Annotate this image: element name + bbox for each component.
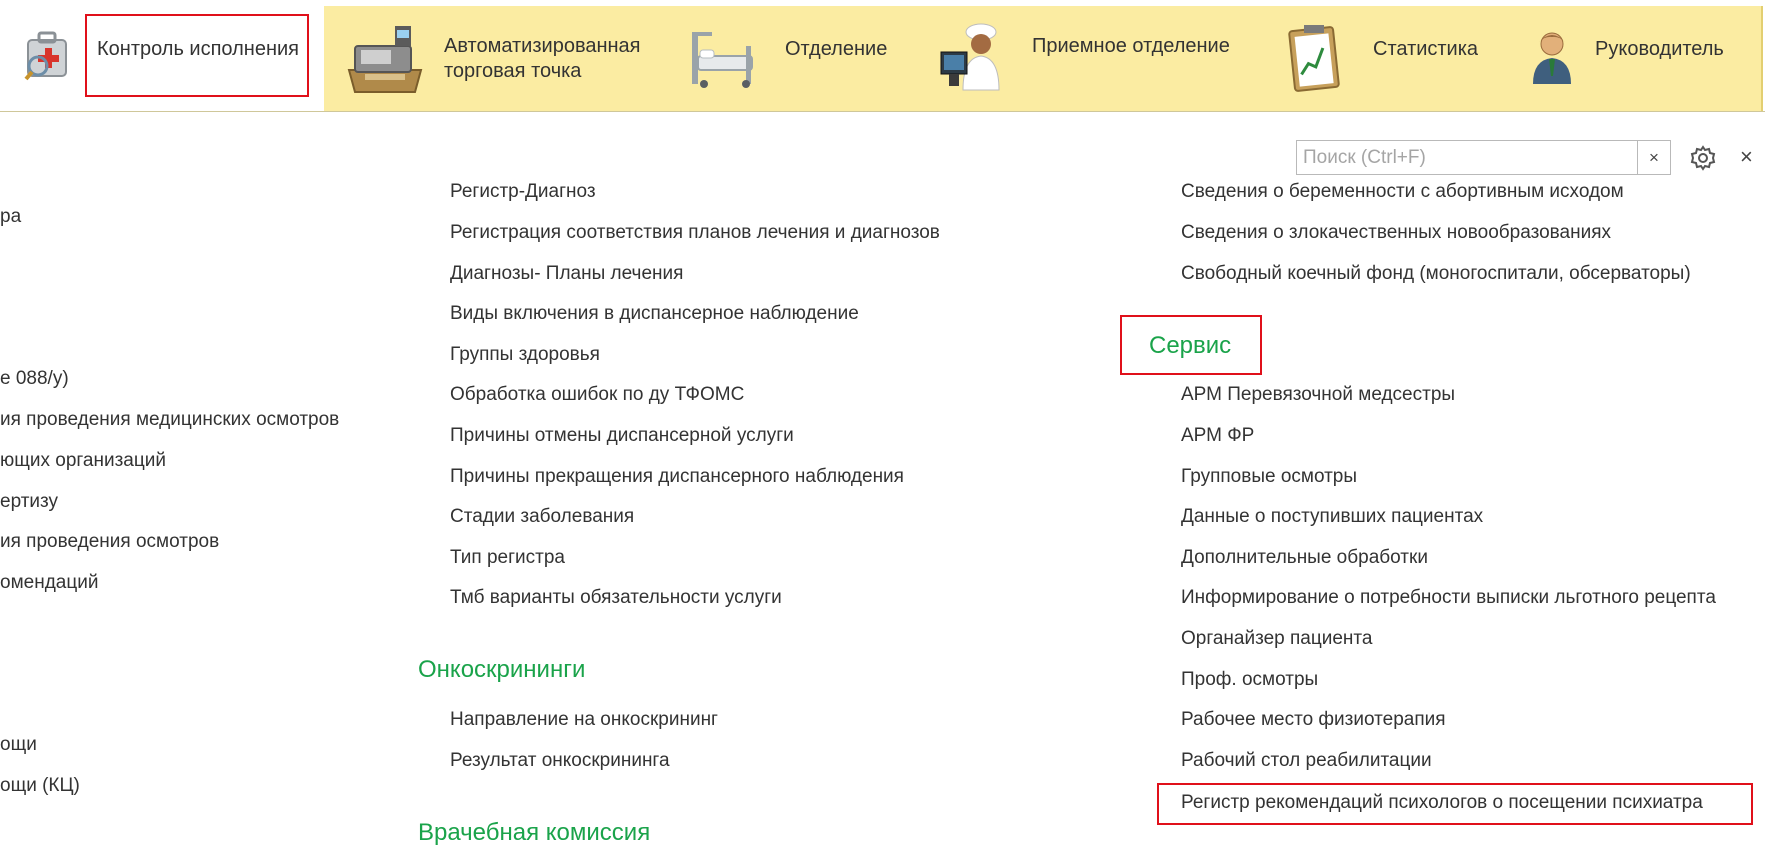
menu-item-fr-workstation[interactable]: АРМ ФР [1181, 424, 1254, 448]
search-clear-button[interactable]: × [1637, 140, 1671, 175]
menu-item-diagnoses-plans[interactable]: Диагнозы- Планы лечения [450, 262, 683, 286]
menu-item-oncoscreening-referral[interactable]: Направление на онкоскрининг [450, 708, 718, 732]
section-label: Автоматизированная торговая точка [444, 35, 641, 82]
section-statistics[interactable]: Статистика [1280, 20, 1490, 100]
menu-item-dressing-nurse-workstation[interactable]: АРМ Перевязочной медсестры [1181, 383, 1455, 407]
menu-item-left[interactable]: ощи [0, 733, 37, 757]
menu-item-group-examinations[interactable]: Групповые осмотры [1181, 465, 1357, 489]
clipboard-chart-icon [1284, 23, 1344, 99]
section-label: Руководитель [1595, 38, 1724, 60]
menu-item-registry-type[interactable]: Тип регистра [450, 546, 565, 570]
group-header-oncoscreening: Онкоскрининги [418, 656, 586, 683]
menu-item-service-obligation[interactable]: Тмб варианты обязательности услуги [450, 586, 782, 610]
section-label: Приемное отделение [1032, 35, 1230, 57]
group-header-medical-commission: Врачебная комиссия [418, 819, 651, 846]
sections-panel: Контроль исполнения Автоматизированная т… [0, 0, 1765, 113]
menu-item-oncoscreening-result[interactable]: Результат онкоскрининга [450, 749, 670, 773]
section-automated-sales-point[interactable]: Автоматизированная торговая точка [340, 20, 670, 100]
highlight-frame-service [1120, 315, 1262, 375]
menu-item-patient-organizer[interactable]: Органайзер пациента [1181, 627, 1372, 651]
highlight-frame-execution-control [85, 14, 309, 97]
menu-item-additional-processing[interactable]: Дополнительные обработки [1181, 546, 1428, 570]
section-admission-department[interactable]: Приемное отделение [935, 20, 1235, 100]
menu-item-preferential-prescription[interactable]: Информирование о потребности выписки льг… [1181, 586, 1716, 610]
menu-item-left[interactable]: ия проведения медицинских осмотров [0, 408, 339, 432]
highlight-frame-psychologist-registry [1157, 783, 1753, 825]
menu-item-health-groups[interactable]: Группы здоровья [450, 343, 600, 367]
section-label: Отделение [785, 38, 888, 60]
menu-item-physiotherapy-workplace[interactable]: Рабочее место физиотерапия [1181, 708, 1446, 732]
medical-kit-search-icon [24, 30, 70, 88]
menu-item-malignant-neoplasms[interactable]: Сведения о злокачественных новообразован… [1181, 221, 1611, 245]
menu-item-admitted-patients[interactable]: Данные о поступивших пациентах [1181, 505, 1483, 529]
menu-item-abortive-pregnancy[interactable]: Сведения о беременности с абортивным исх… [1181, 180, 1624, 204]
section-manager[interactable]: Руководитель [1525, 20, 1750, 100]
menu-item-left[interactable]: ощи (КЦ) [0, 774, 80, 798]
menu-item-left[interactable]: ющих организаций [0, 449, 166, 473]
menu-item-prof-examinations[interactable]: Проф. осмотры [1181, 668, 1318, 692]
menu-item-treatment-plan-matching[interactable]: Регистрация соответствия планов лечения … [450, 221, 940, 245]
menu-item-disease-stages[interactable]: Стадии заболевания [450, 505, 634, 529]
menu-item-left[interactable]: е 088/у) [0, 367, 69, 391]
menu-item-rehabilitation-desktop[interactable]: Рабочий стол реабилитации [1181, 749, 1432, 773]
menu-item-tfoms-errors[interactable]: Обработка ошибок по ду ТФОМС [450, 383, 744, 407]
menu-item-left[interactable]: ра [0, 205, 21, 229]
cash-register-icon [345, 22, 425, 100]
menu-item-cancel-reasons[interactable]: Причины отмены диспансерной услуги [450, 424, 794, 448]
menu-item-left[interactable]: ертизу [0, 490, 58, 514]
menu-item-registry-diagnosis[interactable]: Регистр-Диагноз [450, 180, 596, 204]
doctor-at-computer-icon [935, 20, 1015, 100]
section-department[interactable]: Отделение [685, 20, 895, 100]
menu-item-termination-reasons[interactable]: Причины прекращения диспансерного наблюд… [450, 465, 904, 489]
hospital-bed-icon [688, 26, 758, 96]
section-label: Статистика [1373, 38, 1479, 60]
close-icon[interactable]: × [1740, 144, 1753, 170]
clear-icon: × [1649, 148, 1659, 167]
menu-item-left[interactable]: ия проведения осмотров [0, 530, 219, 554]
menu-item-dispensary-inclusion-types[interactable]: Виды включения в диспансерное наблюдение [450, 302, 859, 326]
gear-icon[interactable] [1690, 145, 1716, 171]
menu-item-free-bed-fund[interactable]: Свободный коечный фонд (моногоспитали, о… [1181, 262, 1691, 286]
manager-person-icon [1529, 30, 1575, 92]
menu-item-left[interactable]: омендаций [0, 571, 98, 595]
search-input[interactable] [1296, 140, 1640, 175]
sections-divider [0, 111, 1765, 112]
